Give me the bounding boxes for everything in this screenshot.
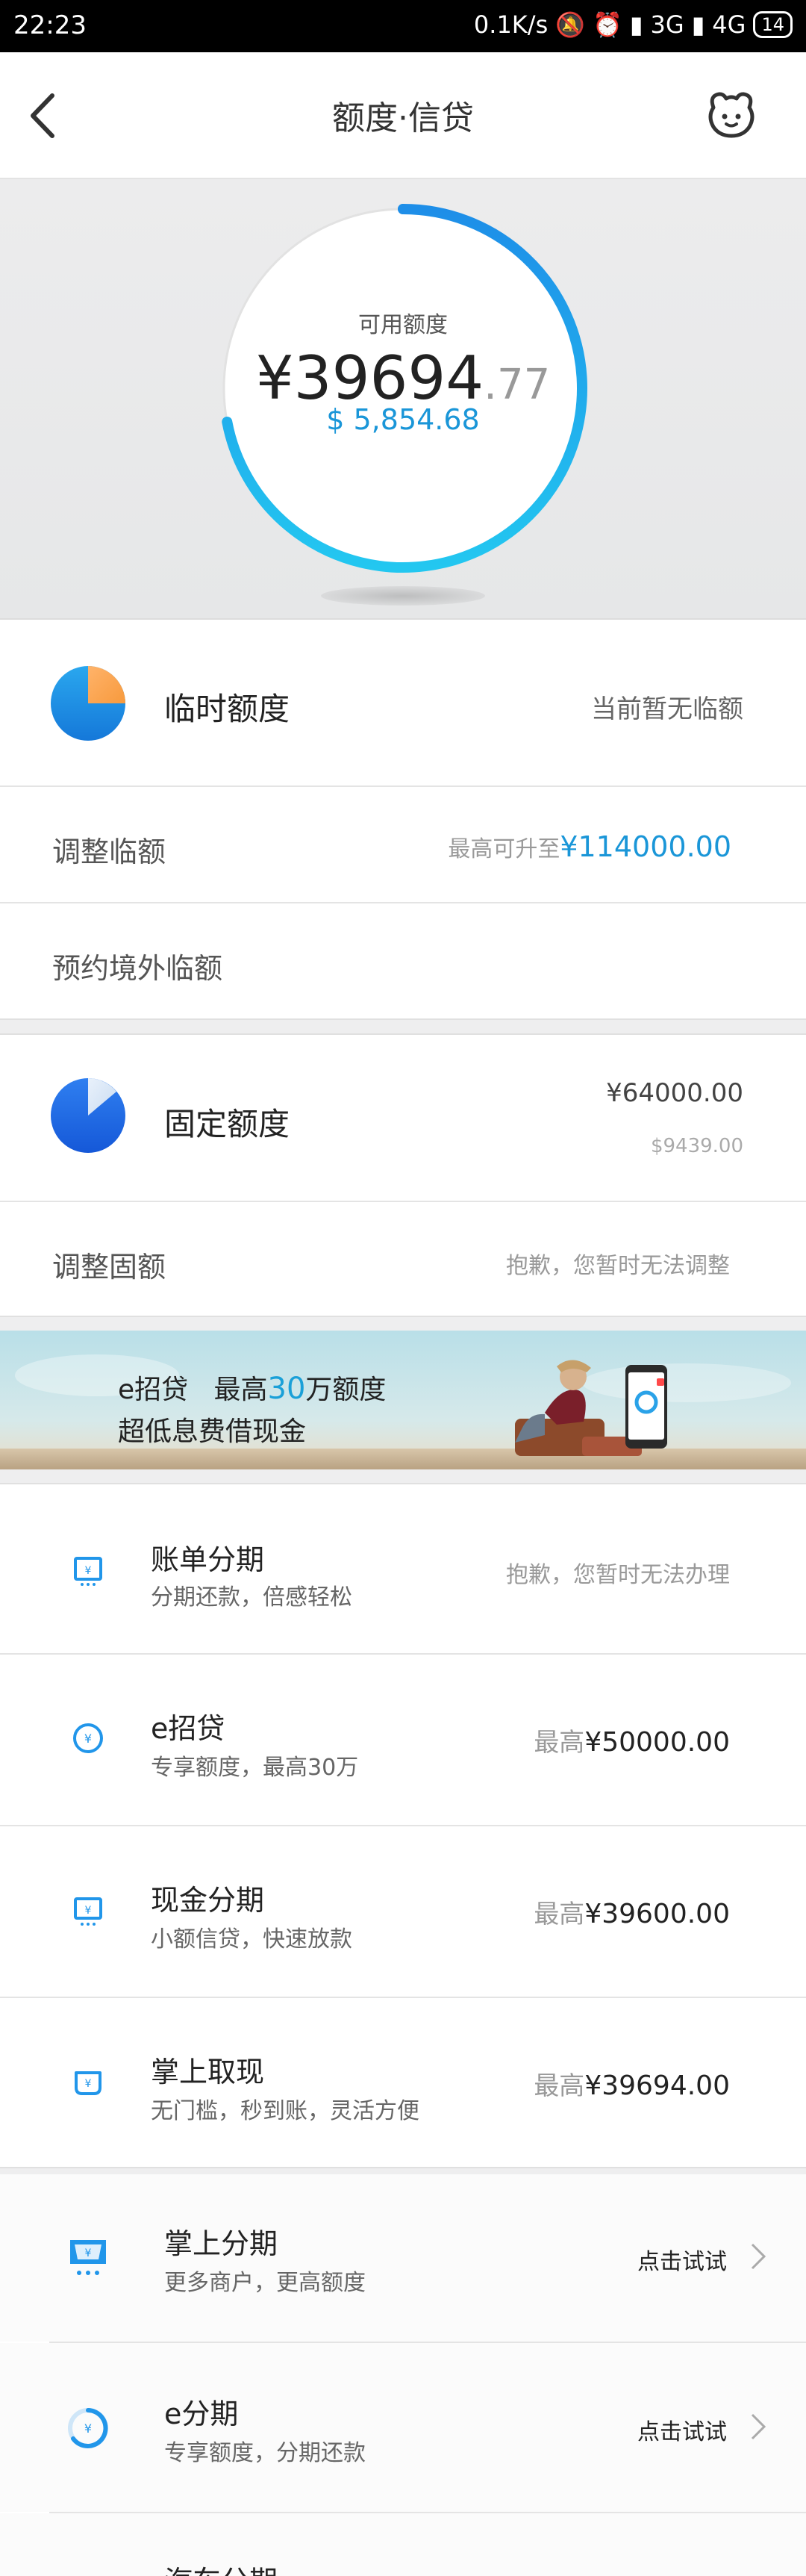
- chevron-right-icon: [751, 2413, 766, 2440]
- installment-title: 汽车分期: [164, 2558, 278, 2576]
- available-credit-label: 可用额度: [358, 312, 448, 338]
- installment-subtitle: 专享额度，分期还款: [164, 2440, 366, 2466]
- service-title: 掌上取现: [151, 2056, 265, 2088]
- fixed-quota-title: 固定额度: [164, 1106, 290, 1142]
- service-subtitle: 无门槛，秒到账，灵活方便: [151, 2098, 419, 2124]
- max-prefix: 最高: [534, 1900, 585, 1929]
- network-type-1: 3G: [650, 10, 684, 39]
- max-prefix: 最高: [534, 2071, 585, 2101]
- service-status: 抱歉，您暂时无法办理: [506, 1562, 730, 1588]
- max-prefix: 最高: [534, 1728, 585, 1758]
- banner-subline: 超低息费借现金: [118, 1416, 307, 1447]
- status-time: 22:23: [13, 10, 87, 40]
- section-gap: [0, 1316, 806, 1331]
- installment-title: e分期: [164, 2398, 239, 2430]
- svg-text:¥: ¥: [84, 1732, 92, 1746]
- adjust-temp-quota-row[interactable]: 调整临额 最高可升至¥114000.00: [0, 787, 806, 902]
- nav-bar: 额度·信贷: [0, 52, 806, 179]
- installment-row-e-installment[interactable]: ¥ e分期 专享额度，分期还款 点击试试: [0, 2343, 806, 2512]
- banner-suffix: 万额度: [305, 1375, 387, 1405]
- adjust-temp-quota-label: 调整临额: [52, 836, 166, 868]
- banner-max-prefix: 最高: [213, 1375, 268, 1405]
- temp-quota-title: 临时额度: [164, 691, 290, 727]
- adjust-fixed-quota-label: 调整固额: [52, 1251, 166, 1284]
- max-upgrade-amount: ¥114000.00: [560, 830, 731, 863]
- e-loan-banner[interactable]: e招贷 最高30万额度 超低息费借现金: [0, 1331, 806, 1469]
- temp-quota-status: 当前暂无临额: [591, 694, 743, 724]
- svg-text:¥: ¥: [84, 2421, 92, 2436]
- chevron-right-icon: [751, 2243, 766, 2270]
- page-title: 额度·信贷: [332, 99, 474, 137]
- service-title: 现金分期: [151, 1884, 265, 1917]
- available-credit-panel: 可用额度 ¥39694.77 $ 5,854.68: [0, 179, 806, 620]
- temp-quota-row[interactable]: 临时额度 当前暂无临额: [0, 621, 806, 785]
- service-subtitle: 分期还款，倍感轻松: [151, 1584, 352, 1611]
- max-upgrade-prefix: 最高可升至: [448, 836, 560, 862]
- signal-icon-2: ▮: [691, 10, 705, 39]
- installment-title: 掌上分期: [164, 2227, 278, 2260]
- try-it-link[interactable]: 点击试试: [637, 2413, 727, 2446]
- network-speed: 0.1K/s: [473, 10, 549, 39]
- coin-icon: ¥: [73, 1723, 103, 1753]
- status-bar: 22:23 0.1K/s 🔕 ⏰ ▮ 3G ▮ 4G 14: [0, 0, 806, 52]
- cash-installment-icon: ¥: [74, 1897, 102, 1926]
- banner-product: e招贷: [118, 1375, 189, 1405]
- adjust-fixed-quota-row[interactable]: 调整固额 抱歉，您暂时无法调整: [0, 1202, 806, 1316]
- fixed-quota-cny: ¥64000.00: [606, 1078, 743, 1108]
- cart-icon: ¥: [70, 2240, 106, 2275]
- service-subtitle: 小额信贷，快速放款: [151, 1926, 352, 1953]
- mute-icon: 🔕: [555, 10, 586, 39]
- abroad-temp-quota-row[interactable]: 预约境外临额: [0, 903, 806, 1018]
- max-amount: ¥39694.00: [584, 2071, 730, 2101]
- service-row-cash-installment[interactable]: ¥ 现金分期 小额信贷，快速放款 最高¥39600.00: [0, 1826, 806, 1997]
- max-amount: ¥50000.00: [584, 1727, 730, 1758]
- service-subtitle: 专享额度，最高30万: [151, 1755, 359, 1781]
- service-max-amount: 最高¥39600.00: [534, 1894, 730, 1930]
- installment-row-handheld[interactable]: ¥ 掌上分期 更多商户，更高额度 点击试试: [0, 2174, 806, 2342]
- pie-chart-icon: [51, 1078, 125, 1153]
- svg-text:¥: ¥: [85, 1565, 92, 1577]
- service-max-amount: 最高¥50000.00: [534, 1722, 730, 1758]
- section-gap: [0, 2167, 806, 2174]
- signal-icon: ▮: [629, 10, 643, 39]
- svg-text:¥: ¥: [85, 2078, 92, 2090]
- alarm-icon: ⏰: [593, 10, 622, 39]
- adjust-fixed-quota-status: 抱歉，您暂时无法调整: [506, 1253, 730, 1279]
- network-type-2: 4G: [712, 10, 746, 39]
- section-gap: [0, 1469, 806, 1484]
- try-it-link[interactable]: 点击试试: [637, 2243, 727, 2276]
- max-amount: ¥39600.00: [584, 1899, 730, 1929]
- pie-chart-icon: [51, 666, 125, 741]
- service-row-cash-withdrawal[interactable]: ¥ 掌上取现 无门槛，秒到账，灵活方便 最高¥39694.00: [0, 1998, 806, 2167]
- amount-decimal: .77: [484, 361, 551, 409]
- robot-face-icon[interactable]: [702, 85, 761, 145]
- gauge-shadow: [321, 586, 485, 606]
- service-title: e招贷: [151, 1712, 225, 1745]
- fixed-quota-usd: $9439.00: [650, 1135, 743, 1157]
- fixed-quota-row: 固定额度 ¥64000.00 $9439.00: [0, 1035, 806, 1201]
- adjust-temp-quota-value: 最高可升至¥114000.00: [448, 830, 731, 863]
- service-title: 账单分期: [151, 1543, 265, 1576]
- battery-icon: 14: [753, 11, 793, 38]
- status-indicators: 0.1K/s 🔕 ⏰ ▮ 3G ▮ 4G 14: [474, 10, 793, 39]
- banner-highlight: 30: [267, 1372, 306, 1406]
- service-max-amount: 最高¥39694.00: [534, 2065, 730, 2102]
- e-installment-icon: ¥: [68, 2408, 108, 2448]
- banner-headline: e招贷 最高30万额度: [118, 1368, 386, 1407]
- service-row-e-loan[interactable]: ¥ e招贷 专享额度，最高30万 最高¥50000.00: [0, 1655, 806, 1825]
- svg-text:¥: ¥: [85, 2247, 92, 2259]
- gauge-start-dot: [398, 204, 408, 214]
- section-gap: [0, 1018, 806, 1035]
- installment-subtitle: 更多商户，更高额度: [164, 2270, 366, 2296]
- service-row-bill-installment[interactable]: ¥ 账单分期 分期还款，倍感轻松 抱歉，您暂时无法办理: [0, 1486, 806, 1653]
- available-credit-usd: $ 5,854.68: [326, 403, 480, 436]
- svg-text:¥: ¥: [85, 1905, 92, 1917]
- wallet-icon: ¥: [75, 2071, 101, 2095]
- abroad-temp-quota-label: 预约境外临额: [52, 952, 223, 985]
- installment-row-car[interactable]: 汽车分期: [0, 2513, 806, 2576]
- bill-installment-icon: ¥: [74, 1557, 102, 1586]
